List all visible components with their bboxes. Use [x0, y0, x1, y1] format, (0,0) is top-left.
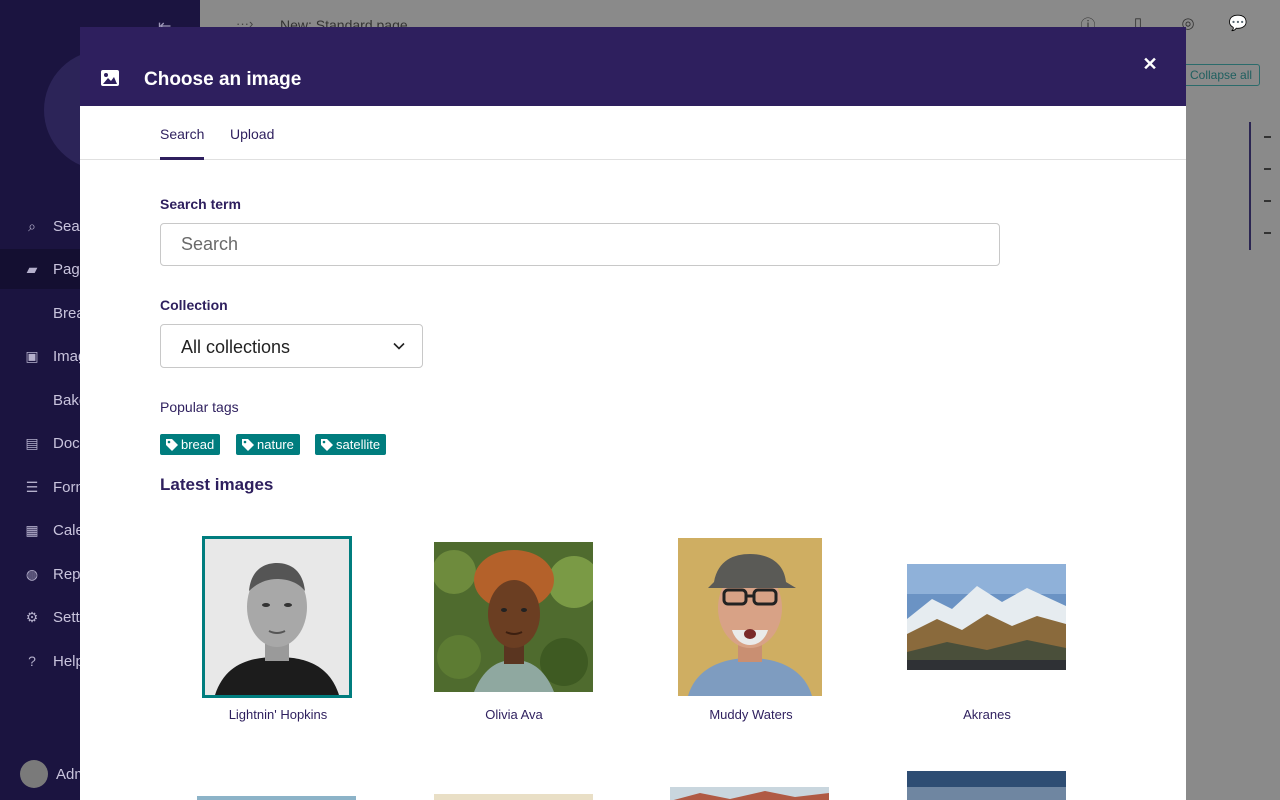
image-caption[interactable]: Akranes: [887, 707, 1087, 722]
image-chooser-modal: Choose an image ✕ Search Upload Search t…: [80, 27, 1186, 800]
modal-title: Choose an image: [144, 69, 302, 90]
cogs-icon: ⚙: [25, 608, 39, 625]
search-input[interactable]: [160, 223, 1000, 266]
popular-tags-label: Popular tags: [160, 399, 239, 415]
image-thumbnail-muddy-waters[interactable]: [678, 538, 822, 696]
image-thumbnail[interactable]: [670, 787, 829, 800]
search-icon: ⌕: [28, 217, 36, 234]
document-icon: ▤: [25, 434, 39, 451]
image-thumbnail-olivia-ava[interactable]: [434, 542, 593, 692]
search-term-label: Search term: [160, 196, 241, 212]
tag-bread[interactable]: bread: [160, 434, 221, 455]
collection-select[interactable]: All collections: [160, 324, 423, 368]
portrait-image: [205, 539, 349, 695]
minimap-rail: [1249, 122, 1251, 250]
tag-icon: [242, 438, 254, 451]
image-thumbnail[interactable]: [434, 794, 593, 800]
collection-select-value: All collections: [181, 337, 291, 357]
minimap-item[interactable]: [1264, 136, 1271, 138]
tab-upload[interactable]: Upload: [230, 126, 274, 142]
tag-nature[interactable]: nature: [236, 434, 300, 455]
food-image: [434, 794, 593, 800]
image-icon: [101, 70, 119, 86]
image-icon: ▣: [25, 347, 39, 364]
comments-icon[interactable]: 💬: [1228, 14, 1248, 34]
globe-icon: ◍: [25, 565, 39, 582]
collapse-all-button[interactable]: Collapse all: [1182, 64, 1261, 86]
landscape-image: [907, 564, 1066, 670]
minimap-item[interactable]: [1264, 232, 1271, 234]
landscape-image: [197, 796, 356, 800]
image-caption[interactable]: Olivia Ava: [414, 707, 614, 722]
avatar[interactable]: [20, 760, 48, 788]
image-caption[interactable]: Muddy Waters: [651, 707, 851, 722]
tag-icon: [166, 438, 178, 451]
image-thumbnail-lightnin-hopkins[interactable]: [202, 536, 352, 698]
calendar-icon: ▦: [25, 521, 39, 538]
image-caption[interactable]: Lightnin' Hopkins: [178, 707, 378, 722]
minimap-item[interactable]: [1264, 168, 1271, 170]
image-thumbnail[interactable]: [197, 796, 356, 800]
landscape-image: [670, 787, 829, 800]
list-icon: ☰: [25, 478, 39, 495]
portrait-image: [678, 538, 822, 696]
image-thumbnail-akranes[interactable]: [907, 564, 1066, 670]
tab-search[interactable]: Search: [160, 126, 205, 160]
folder-open-icon: ▰: [26, 260, 38, 277]
tag-icon: [321, 438, 333, 451]
close-icon[interactable]: ✕: [1139, 53, 1161, 75]
image-thumbnail[interactable]: [907, 771, 1066, 800]
chooser-tabs: Search Upload: [80, 106, 1186, 160]
modal-header: Choose an image ✕: [80, 27, 1186, 106]
minimap-item[interactable]: [1264, 200, 1271, 202]
tag-satellite[interactable]: satellite: [315, 434, 387, 455]
latest-images-heading: Latest images: [160, 475, 274, 494]
help-icon: ?: [28, 653, 36, 669]
collection-label: Collection: [160, 297, 228, 313]
chevron-down-icon: [393, 342, 405, 350]
portrait-image: [434, 542, 593, 692]
landscape-image: [907, 771, 1066, 800]
